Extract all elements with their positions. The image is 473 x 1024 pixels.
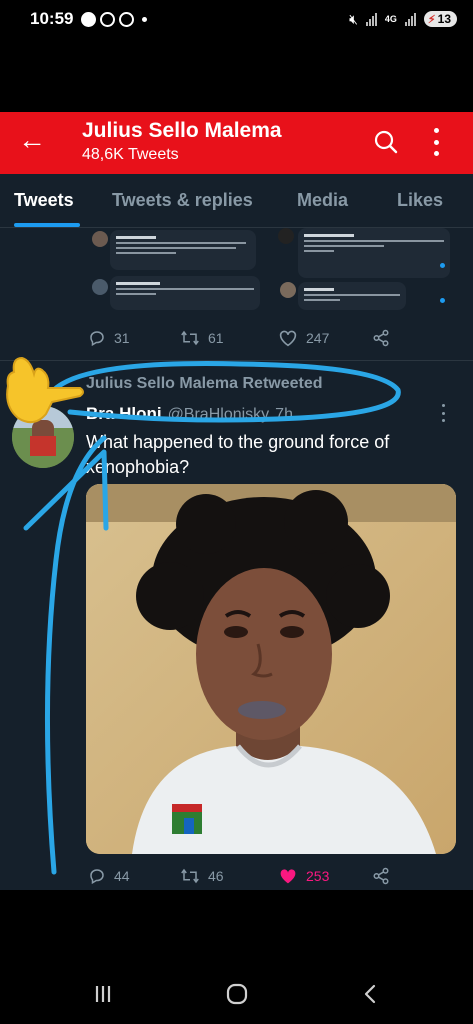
more-vertical-icon[interactable] (432, 128, 440, 156)
share-button[interactable] (372, 329, 390, 347)
profile-tabs: Tweets Tweets & replies Media Likes (0, 174, 473, 228)
mini-dot (440, 298, 445, 303)
tab-media[interactable]: Media (297, 190, 348, 211)
back-arrow-icon[interactable]: ← (18, 126, 46, 154)
share-icon (373, 329, 389, 347)
tab-likes[interactable]: Likes (397, 190, 443, 211)
tab-tweets-replies[interactable]: Tweets & replies (112, 190, 253, 211)
share-button[interactable] (372, 867, 390, 885)
facebook-icon (81, 11, 97, 27)
reply-icon (90, 869, 104, 885)
recents-icon[interactable] (88, 980, 118, 1008)
home-icon[interactable] (222, 980, 252, 1008)
status-bar: 10:59 🔇︎ 4G ⚡︎ 13 (0, 0, 473, 38)
active-tab-indicator (14, 223, 80, 227)
retweet-count: 61 (208, 330, 224, 346)
reply-count: 44 (114, 868, 130, 884)
retweet-count: 46 (208, 868, 224, 884)
reply-button[interactable]: 44 (88, 867, 130, 885)
mini-reply-card (110, 230, 256, 270)
signal-icon (365, 12, 377, 26)
heart-icon (280, 869, 296, 884)
charging-icon: ⚡︎ (427, 13, 436, 26)
mini-avatar (278, 228, 294, 244)
mini-reply-card (298, 228, 450, 278)
pointing-hand-emoji (6, 356, 84, 424)
like-count: 253 (306, 868, 330, 884)
mini-reply-card (298, 282, 406, 310)
quoted-replies-preview (0, 228, 473, 316)
share-icon (373, 867, 389, 885)
like-button[interactable]: 253 (278, 867, 329, 885)
system-nav-bar (0, 960, 473, 1024)
mini-avatar (280, 282, 296, 298)
tweet-photo[interactable] (86, 484, 456, 854)
mini-avatar (92, 279, 108, 295)
retweeted-by-label: Julius Sello Malema Retweeted (86, 375, 323, 392)
portrait-image (86, 484, 456, 854)
mini-dot (440, 263, 445, 268)
tweet-actions: 44 46 253 (0, 864, 473, 890)
mute-icon: 🔇︎ (349, 10, 358, 27)
mini-avatar (92, 231, 108, 247)
retweet-icon (181, 330, 199, 346)
search-icon[interactable] (374, 130, 398, 154)
tweet-age: 7h (275, 406, 293, 423)
signal-icon-2 (404, 12, 416, 26)
like-count: 247 (306, 330, 330, 346)
retweet-button[interactable]: 46 (180, 867, 224, 885)
notification-icons (81, 11, 148, 27)
media-icon (100, 11, 116, 27)
reply-button[interactable]: 31 (88, 329, 130, 347)
status-time: 10:59 (30, 9, 74, 28)
tweet-count: 48,6K Tweets (82, 146, 179, 163)
tweet-text: What happened to the ground force of xen… (86, 432, 390, 477)
back-icon[interactable] (356, 980, 386, 1008)
tab-tweets[interactable]: Tweets (14, 190, 74, 211)
tweet-more-icon[interactable] (440, 404, 446, 422)
author-name[interactable]: Bra Hloni (86, 404, 162, 424)
author-handle[interactable]: @BraHlonisky (168, 406, 270, 424)
reply-count: 31 (114, 330, 130, 346)
heart-icon (279, 330, 297, 347)
whatsapp-icon (119, 11, 135, 27)
profile-header: ← Julius Sello Malema 48,6K Tweets (0, 112, 473, 174)
twitter-profile-screen: ← Julius Sello Malema 48,6K Tweets Tweet… (0, 112, 473, 890)
retweet-button[interactable]: 61 (180, 329, 224, 347)
mini-reply-card (110, 276, 260, 310)
tweet-author: Bra Hloni @BraHlonisky 7h (86, 404, 293, 424)
network-type: 4G (384, 14, 397, 24)
profile-name: Julius Sello Malema (82, 119, 282, 142)
reply-icon (90, 331, 104, 347)
more-notifications-dot-icon (142, 16, 148, 22)
like-button[interactable]: 247 (278, 329, 329, 347)
previous-tweet-actions: 31 61 247 (0, 326, 473, 352)
retweet-icon (181, 868, 199, 884)
battery-level: 13 (437, 12, 451, 26)
battery-indicator: ⚡︎ 13 (423, 11, 457, 27)
